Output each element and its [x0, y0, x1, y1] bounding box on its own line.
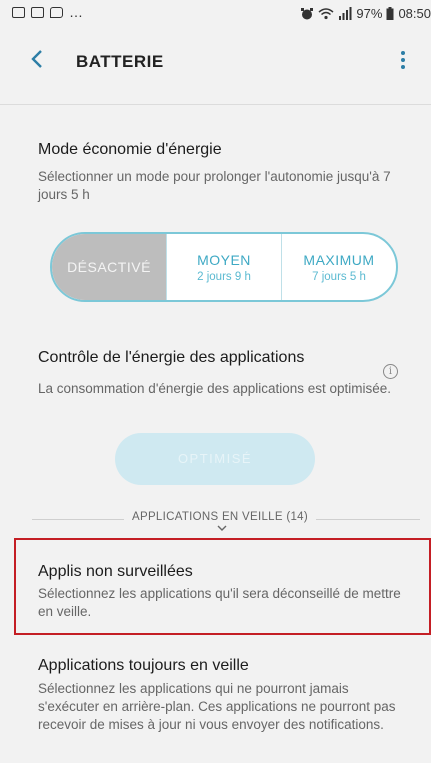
divider — [0, 104, 431, 105]
app-power-description: La consommation d'énergie des applicatio… — [38, 381, 392, 396]
mode-option-moyen[interactable]: MOYEN 2 jours 9 h — [166, 234, 281, 300]
mode-duration: 2 jours 9 h — [197, 270, 251, 283]
optimise-button[interactable]: OPTIMISÉ — [115, 433, 315, 485]
gallery-icon — [12, 7, 25, 18]
section-line-right — [316, 519, 420, 520]
overflow-notifications: … — [69, 4, 84, 20]
back-arrow-icon — [31, 50, 42, 68]
unmonitored-apps-description: Sélectionnez les applications qu'il sera… — [38, 586, 401, 619]
more-options-button[interactable] — [396, 48, 410, 74]
standby-apps-label: APPLICATIONS EN VEILLE (14) — [132, 511, 308, 523]
message-icon — [50, 7, 63, 18]
battery-icon — [386, 7, 394, 20]
clock: 08:50 — [398, 6, 431, 21]
mode-label: MOYEN — [197, 251, 251, 268]
mode-label: DÉSACTIVÉ — [67, 259, 151, 275]
notification-icons: … — [12, 4, 84, 20]
info-icon[interactable]: i — [383, 364, 398, 379]
status-bar: … 97% 08:50 — [0, 0, 431, 30]
mode-duration: 7 jours 5 h — [312, 270, 366, 283]
standby-apps-header[interactable]: APPLICATIONS EN VEILLE (14) — [128, 511, 312, 535]
always-sleep-title: Applications toujours en veille — [38, 657, 249, 674]
power-saving-description: Sélectionner un mode pour prolonger l'au… — [38, 169, 391, 202]
wifi-icon — [318, 8, 334, 20]
app-power-title: Contrôle de l'énergie des applications — [38, 349, 305, 366]
more-vert-icon — [396, 51, 410, 69]
power-mode-selector: DÉSACTIVÉ MOYEN 2 jours 9 h MAXIMUM 7 jo… — [50, 232, 398, 302]
mode-option-maximum[interactable]: MAXIMUM 7 jours 5 h — [281, 234, 396, 300]
app-bar: BATTERIE — [0, 30, 431, 90]
page-title: BATTERIE — [76, 52, 164, 71]
mail-icon — [31, 7, 44, 18]
chevron-down-icon — [217, 525, 227, 531]
section-line-left — [32, 519, 124, 520]
alarm-icon — [301, 7, 314, 19]
signal-icon — [339, 7, 352, 20]
back-button[interactable] — [30, 48, 44, 75]
unmonitored-apps-title: Applis non surveillées — [38, 563, 193, 580]
battery-percent: 97% — [356, 6, 383, 21]
mode-option-desactive[interactable]: DÉSACTIVÉ — [52, 234, 166, 300]
power-saving-title: Mode économie d'énergie — [38, 141, 222, 158]
mode-label: MAXIMUM — [303, 251, 375, 268]
always-sleep-description: Sélectionnez les applications qui ne pou… — [38, 681, 396, 732]
status-indicators: 97% 08:50 — [300, 6, 431, 21]
